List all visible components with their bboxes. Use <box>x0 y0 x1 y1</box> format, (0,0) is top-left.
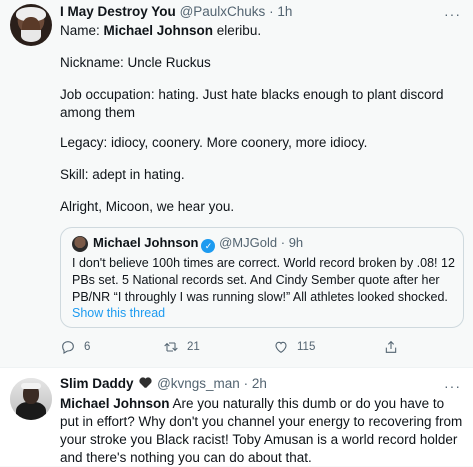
reply-button[interactable]: 6 <box>60 339 90 355</box>
more-options-icon[interactable]: ··· <box>444 6 461 22</box>
quoted-text: I don't believe 100h times are correct. … <box>72 256 455 304</box>
tweet-line-nickname: Nickname: Uncle Ruckus <box>60 55 211 70</box>
retweet-count: 21 <box>187 341 200 353</box>
show-thread-link[interactable]: Show this thread <box>72 306 165 320</box>
tweet-text: Michael Johnson Are you naturally this d… <box>60 395 465 467</box>
avatar-beard <box>21 30 41 42</box>
share-icon <box>385 340 397 353</box>
like-count: 115 <box>297 341 316 353</box>
tweet-actions: 6 21 115 <box>60 339 400 359</box>
like-button[interactable]: 115 <box>273 339 315 355</box>
tweet-header: Slim Daddy @kvngs_man · 2h <box>60 376 267 391</box>
quoted-timestamp[interactable]: 9h <box>289 235 303 250</box>
name-suffix: eleribu. <box>213 23 262 38</box>
tweet-line-legacy: Legacy: idiocy, coonery. More coonery, m… <box>60 135 368 150</box>
tweet-header: I May Destroy You @PaulxChuks · 1h <box>60 4 292 19</box>
quoted-author-name[interactable]: Michael Johnson <box>93 235 198 250</box>
tweet-line-skill: Skill: adept in hating. <box>60 167 185 182</box>
tweet-line-job: Job occupation: hating. Just hate blacks… <box>60 87 444 120</box>
black-heart-icon <box>139 378 151 389</box>
author-handle[interactable]: @kvngs_man <box>157 376 240 391</box>
quoted-avatar[interactable] <box>72 236 88 252</box>
tweet-kvngs-man[interactable]: Slim Daddy @kvngs_man · 2h ··· Michael J… <box>0 367 473 466</box>
share-button[interactable] <box>383 339 399 355</box>
author-name[interactable]: Slim Daddy <box>60 376 134 391</box>
name-bold: Michael Johnson <box>103 23 214 38</box>
timestamp[interactable]: 1h <box>277 4 292 19</box>
separator: · <box>269 4 274 19</box>
quoted-tweet[interactable]: Michael Johnson ✓ @MJGold · 9h I don't be… <box>60 227 464 328</box>
author-handle[interactable]: @PaulxChuks <box>180 4 266 19</box>
retweet-button[interactable]: 21 <box>163 339 200 355</box>
separator: · <box>243 376 249 391</box>
quoted-header: Michael Johnson ✓ @MJGold · 9h <box>93 235 303 253</box>
avatar-body <box>16 402 46 420</box>
author-name[interactable]: I May Destroy You <box>60 4 176 19</box>
avatar[interactable] <box>10 4 52 46</box>
separator: · <box>280 235 286 250</box>
name-prefix: Name: <box>60 23 104 38</box>
retweet-icon <box>164 342 178 352</box>
tweet-paulxchuks[interactable]: I May Destroy You @PaulxChuks · 1h ··· N… <box>0 0 473 366</box>
avatar-bandana <box>21 383 41 389</box>
verified-badge-icon: ✓ <box>201 239 216 253</box>
more-options-icon[interactable]: ··· <box>444 378 461 394</box>
reply-icon <box>62 341 74 354</box>
tweet-line-closing: Alright, Micoon, we hear you. <box>60 199 235 214</box>
timestamp[interactable]: 2h <box>252 376 267 391</box>
avatar[interactable] <box>10 378 52 420</box>
heart-icon <box>275 341 287 353</box>
tweet-line-name: Name: Michael Johnson eleribu. <box>60 22 460 40</box>
reply-count: 6 <box>84 341 91 353</box>
mention[interactable]: Michael Johnson <box>60 396 170 411</box>
quoted-handle[interactable]: @MJGold <box>219 235 277 250</box>
